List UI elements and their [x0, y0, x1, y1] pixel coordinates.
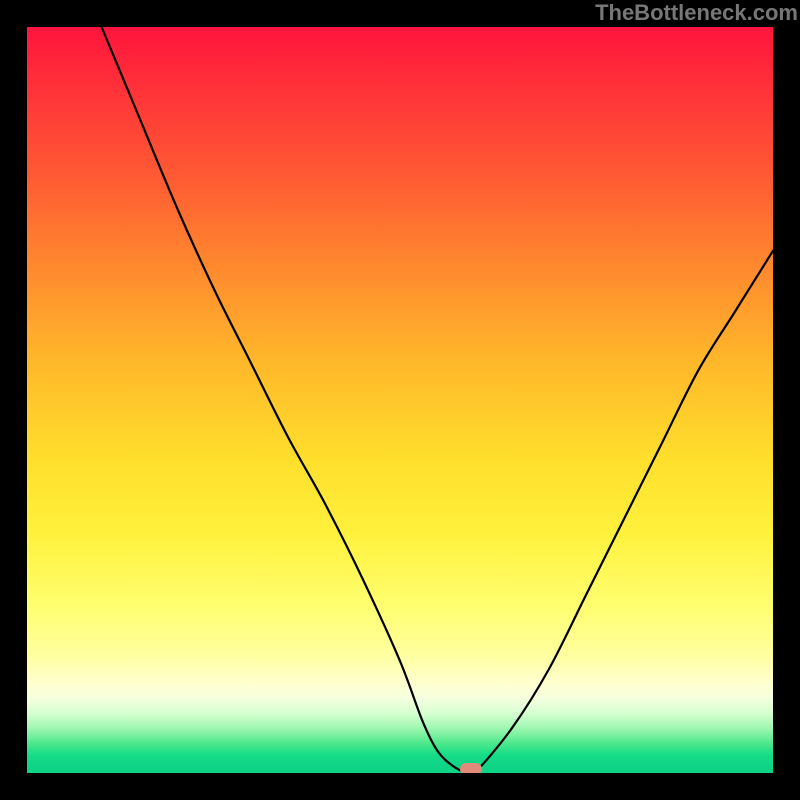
- optimum-marker: [460, 763, 482, 773]
- bottleneck-curve: [102, 27, 773, 773]
- chart-container: TheBottleneck.com: [0, 0, 800, 800]
- chart-overlay: [27, 27, 773, 773]
- watermark-text: TheBottleneck.com: [595, 0, 800, 26]
